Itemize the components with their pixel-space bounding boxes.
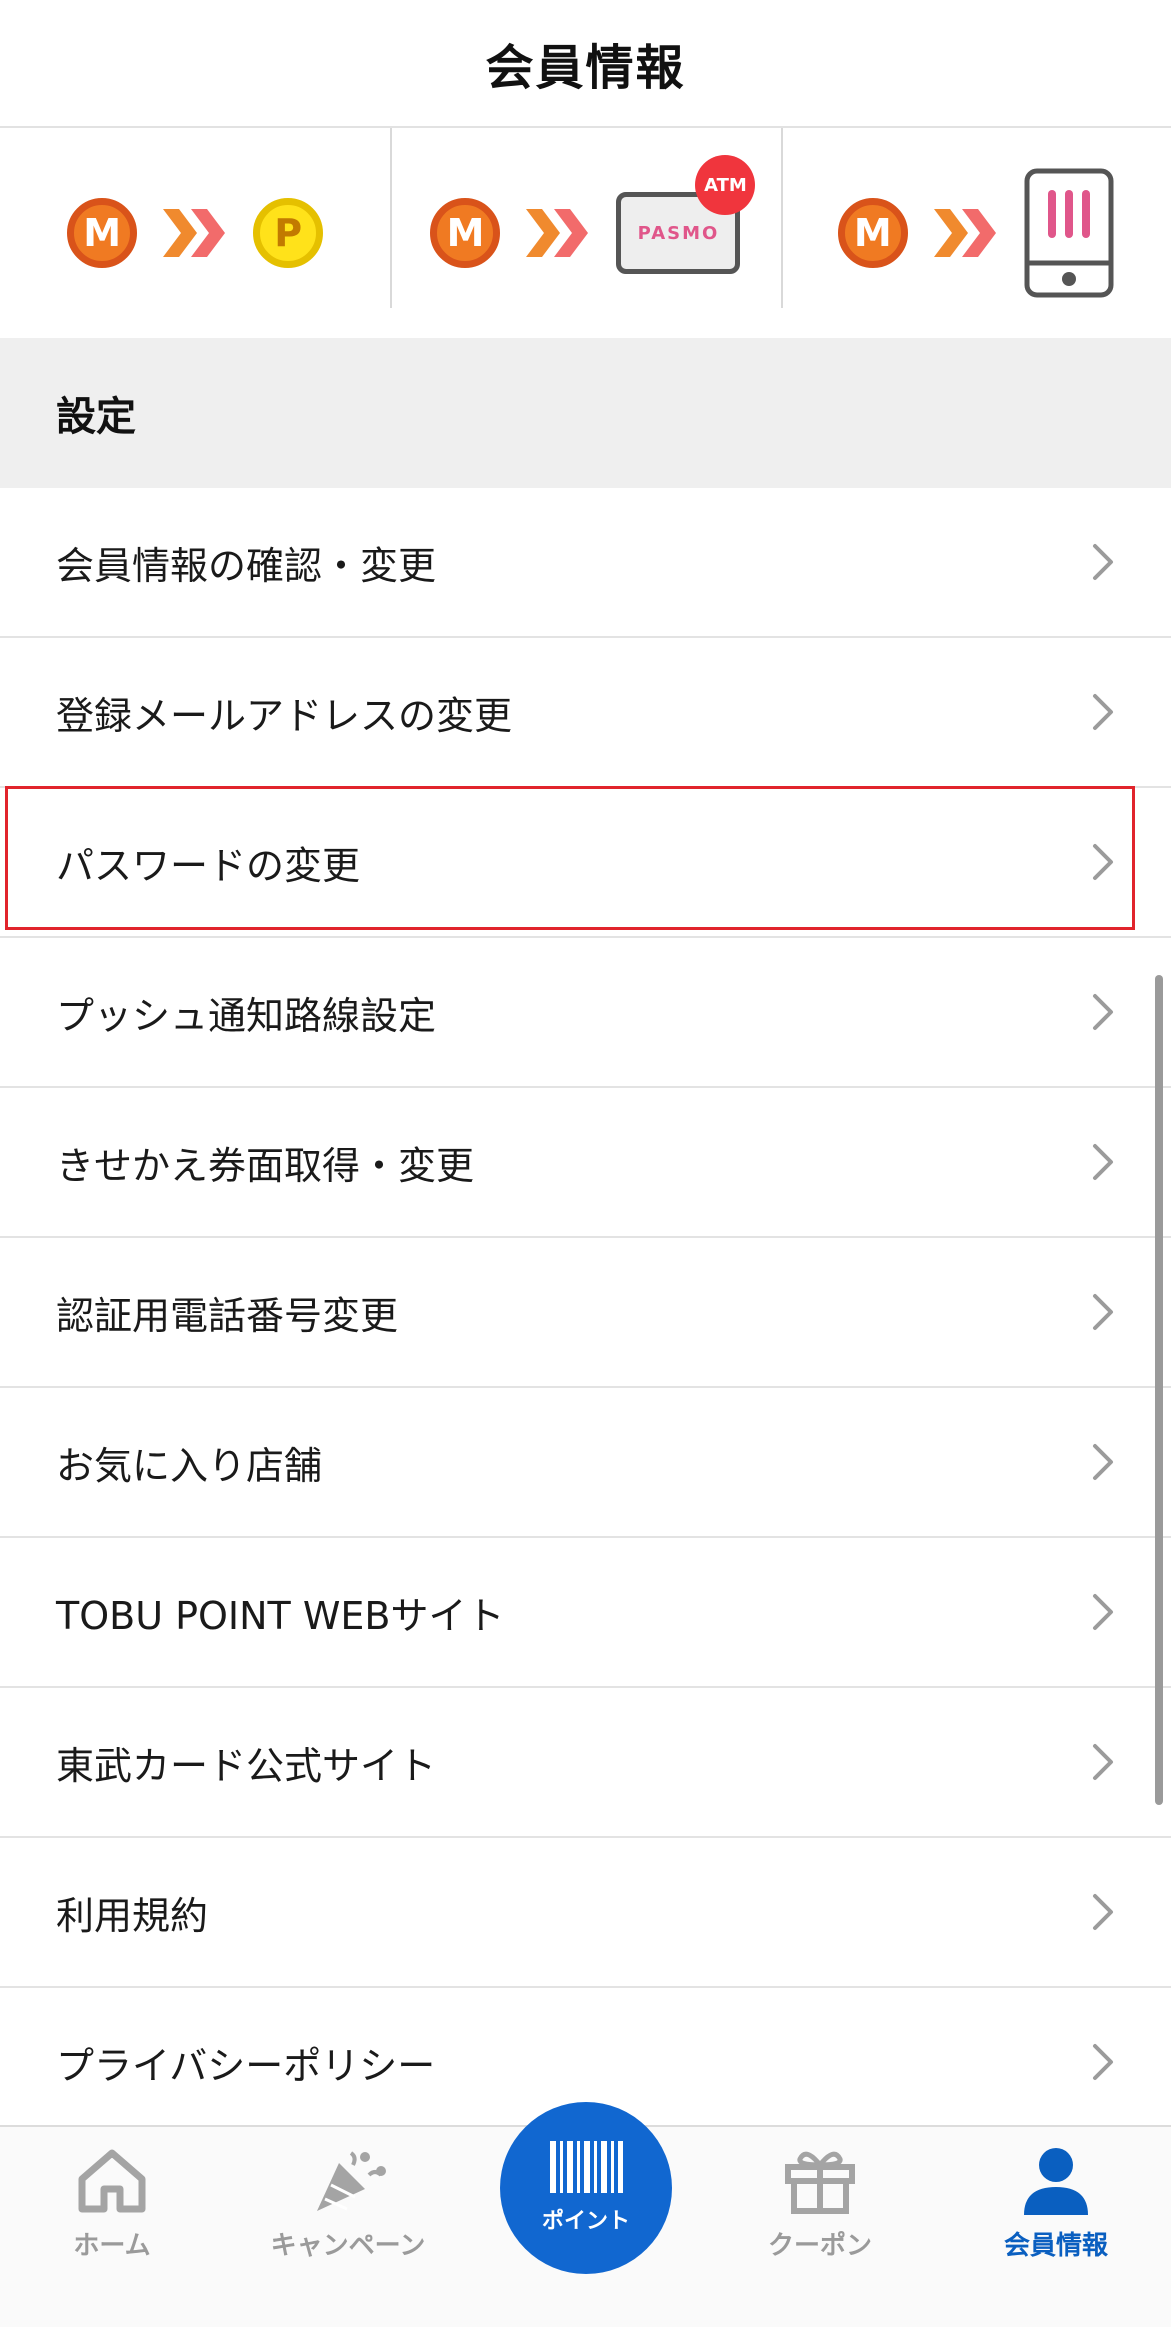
chevron-right-icon bbox=[1093, 844, 1113, 880]
point-button-label: ポイント bbox=[541, 2209, 630, 2234]
tab-label: 会員情報 bbox=[1003, 2231, 1108, 2261]
tab-label: ホーム bbox=[73, 2231, 151, 2261]
menu-item-auth-phone[interactable]: 認証用電話番号変更 bbox=[0, 1238, 1171, 1388]
barcode-icon bbox=[548, 2141, 624, 2197]
chevron-right-icon bbox=[1093, 1894, 1113, 1930]
tab-campaign[interactable]: キャンペーン bbox=[258, 2145, 438, 2315]
menu-item-tobu-card-site[interactable]: 東武カード公式サイト bbox=[0, 1688, 1171, 1838]
menu-item-member-info[interactable]: 会員情報の確認・変更 bbox=[0, 488, 1171, 638]
menu-item-label: 東武カード公式サイト bbox=[56, 1743, 437, 1788]
menu-item-label: 登録メールアドレスの変更 bbox=[56, 693, 513, 738]
menu-item-label: TOBU POINT WEBサイト bbox=[56, 1593, 505, 1638]
m-coin-icon: M bbox=[67, 198, 138, 268]
chevron-right-icon bbox=[1093, 1744, 1113, 1780]
home-icon bbox=[74, 2145, 150, 2217]
section-title: 設定 bbox=[56, 394, 136, 440]
shortcut-m-to-p[interactable]: M P bbox=[0, 128, 390, 338]
menu-item-label: 認証用電話番号変更 bbox=[56, 1293, 399, 1338]
gift-icon bbox=[782, 2145, 858, 2217]
menu-item-label: プッシュ通知路線設定 bbox=[56, 993, 437, 1038]
chevron-right-icon bbox=[1093, 1294, 1113, 1330]
smartphone-icon bbox=[1024, 168, 1114, 298]
chevron-right-icon bbox=[1093, 2044, 1113, 2080]
chevron-right-icon bbox=[1093, 1144, 1113, 1180]
double-chevron-icon bbox=[526, 209, 590, 257]
pasmo-card-icon: PASMO ATM bbox=[616, 155, 756, 274]
shortcut-m-to-pasmo[interactable]: M PASMO ATM bbox=[390, 128, 780, 338]
chevron-right-icon bbox=[1093, 1444, 1113, 1480]
pasmo-card-label: PASMO bbox=[637, 222, 720, 244]
menu-item-email[interactable]: 登録メールアドレスの変更 bbox=[0, 638, 1171, 788]
page-title: 会員情報 bbox=[485, 40, 686, 96]
menu-item-card-design[interactable]: きせかえ券面取得・変更 bbox=[0, 1088, 1171, 1238]
menu-item-label: プライバシーポリシー bbox=[56, 2043, 436, 2088]
menu-item-label: お気に入り店舗 bbox=[56, 1443, 323, 1488]
point-button[interactable]: ポイント bbox=[500, 2102, 672, 2274]
chevron-right-icon bbox=[1093, 694, 1113, 730]
settings-menu: 会員情報の確認・変更 登録メールアドレスの変更 パスワードの変更 プッシュ通知路… bbox=[0, 488, 1171, 2138]
app-header: 会員情報 bbox=[0, 0, 1171, 128]
chevron-right-icon bbox=[1093, 1594, 1113, 1630]
shortcut-bar: M P M PASMO ATM M bbox=[0, 128, 1171, 338]
party-popper-icon bbox=[303, 2145, 393, 2217]
menu-item-label: パスワードの変更 bbox=[56, 843, 361, 888]
menu-item-label: 会員情報の確認・変更 bbox=[56, 543, 437, 588]
chevron-right-icon bbox=[1093, 994, 1113, 1030]
settings-section-header: 設定 bbox=[0, 338, 1171, 488]
tab-home[interactable]: ホーム bbox=[22, 2145, 202, 2315]
m-coin-icon: M bbox=[430, 198, 501, 268]
menu-item-push-notification[interactable]: プッシュ通知路線設定 bbox=[0, 938, 1171, 1088]
shortcut-m-to-mobile[interactable]: M bbox=[780, 128, 1171, 338]
tab-member-info[interactable]: 会員情報 bbox=[966, 2145, 1146, 2315]
user-icon bbox=[1018, 2145, 1094, 2217]
menu-item-favorite-stores[interactable]: お気に入り店舗 bbox=[0, 1388, 1171, 1538]
menu-item-terms[interactable]: 利用規約 bbox=[0, 1838, 1171, 1988]
atm-badge: ATM bbox=[695, 155, 756, 215]
tab-label: キャンペーン bbox=[270, 2231, 426, 2261]
menu-item-password[interactable]: パスワードの変更 bbox=[0, 788, 1171, 938]
chevron-right-icon bbox=[1093, 544, 1113, 580]
m-coin-icon: M bbox=[837, 198, 908, 268]
menu-item-tobu-point-web[interactable]: TOBU POINT WEBサイト bbox=[0, 1538, 1171, 1688]
menu-item-label: きせかえ券面取得・変更 bbox=[56, 1143, 475, 1188]
scrollbar[interactable] bbox=[1155, 975, 1163, 1805]
tab-label: クーポン bbox=[767, 2231, 872, 2261]
p-coin-icon: P bbox=[253, 198, 324, 268]
double-chevron-icon bbox=[163, 209, 227, 257]
double-chevron-icon bbox=[933, 209, 998, 257]
tab-coupon[interactable]: クーポン bbox=[730, 2145, 910, 2315]
menu-item-label: 利用規約 bbox=[56, 1893, 209, 1938]
